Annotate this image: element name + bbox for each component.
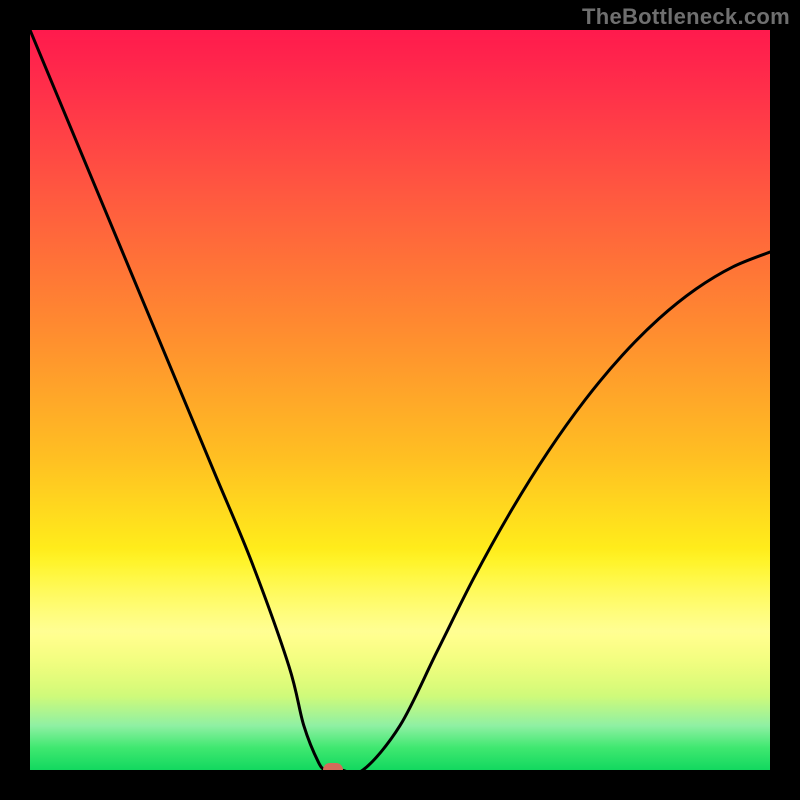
optimal-marker bbox=[323, 763, 343, 770]
watermark-text: TheBottleneck.com bbox=[582, 4, 790, 30]
bottleneck-curve bbox=[30, 30, 770, 770]
chart-frame: TheBottleneck.com bbox=[0, 0, 800, 800]
plot-area bbox=[30, 30, 770, 770]
